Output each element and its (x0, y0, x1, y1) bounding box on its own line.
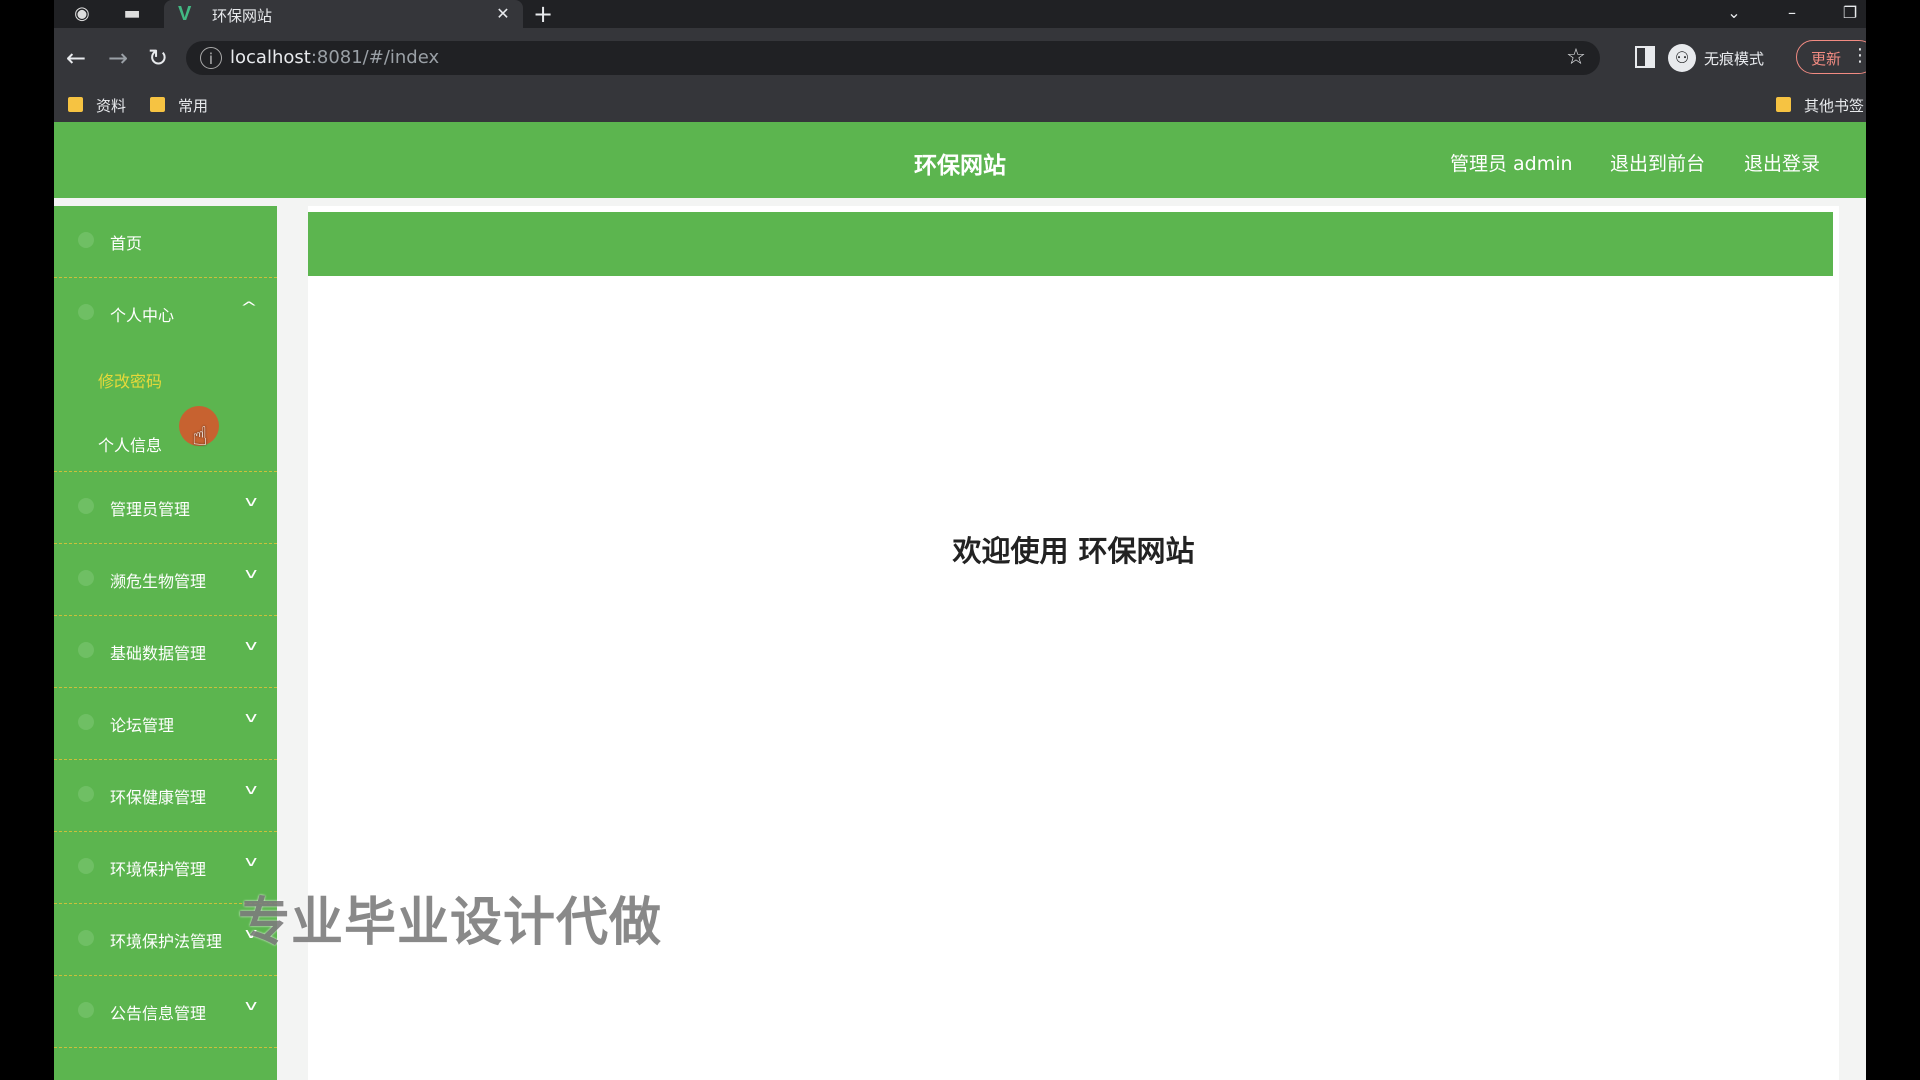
front-end-link[interactable]: 退出到前台 (1610, 149, 1705, 176)
chevron-down-icon: v (244, 494, 258, 510)
sidebar-item-endangered[interactable]: 濒危生物管理 v (54, 544, 277, 616)
health-icon (78, 786, 94, 802)
chevron-down-icon: v (244, 854, 258, 870)
notice-icon (78, 1002, 94, 1018)
incognito-label: 无痕模式 (1704, 50, 1765, 68)
back-arrow-icon[interactable]: ← (58, 40, 94, 76)
bookmark-star-icon[interactable]: ☆ (1562, 44, 1590, 72)
home-icon (78, 232, 94, 248)
bookmarks-bar: 资料 常用 其他书签 (54, 88, 1866, 122)
app-title: 环保网站 (914, 153, 1006, 179)
update-button[interactable]: 更新 ⋮ (1796, 40, 1866, 74)
folder-icon (150, 97, 165, 112)
folder-icon (1776, 97, 1791, 112)
content-banner-bar (308, 212, 1833, 276)
side-panel-icon[interactable] (1635, 46, 1655, 68)
tab-search-chevron-icon[interactable]: ⌄ (1710, 0, 1758, 28)
menu-dots-icon[interactable]: ⋮ (1851, 45, 1866, 66)
logout-link[interactable]: 退出登录 (1744, 149, 1820, 176)
browser-tab-active[interactable]: V 环保网站 ✕ (164, 0, 523, 28)
browser-profile-icon[interactable]: ◉ (70, 2, 94, 26)
sidebar-item-personal-center[interactable]: 个人中心 ^ (54, 278, 277, 350)
incognito-icon: ⚇ (1668, 44, 1696, 72)
update-label: 更新 (1811, 50, 1842, 68)
chevron-up-icon: ^ (240, 300, 258, 316)
tab-close-icon[interactable]: ✕ (493, 4, 513, 24)
forward-arrow-icon[interactable]: → (100, 40, 136, 76)
reload-icon[interactable]: ↻ (140, 40, 176, 76)
tab-title: 环保网站 (212, 7, 273, 25)
sidebar-item-health[interactable]: 环保健康管理 v (54, 760, 277, 832)
chevron-down-icon: v (244, 566, 258, 582)
browser-toolbar: ← → ↻ i localhost:8081/#/index ☆ ⚇ 无痕模式 … (54, 28, 1866, 88)
watermark-text: 专业毕业设计代做 (238, 893, 663, 953)
vue-favicon-icon: V (178, 3, 192, 25)
incognito-indicator[interactable]: ⚇ 无痕模式 (1668, 42, 1786, 74)
restore-icon[interactable]: ❐ (1826, 0, 1866, 28)
sidebar-item-admin[interactable]: 管理员管理 v (54, 472, 277, 544)
data-icon (78, 642, 94, 658)
folder-icon (68, 97, 83, 112)
chevron-down-icon: v (244, 998, 258, 1014)
minimize-icon[interactable]: – (1768, 0, 1816, 28)
sidebar-subitem-change-password[interactable]: 修改密码 (98, 368, 162, 392)
address-bar[interactable]: i localhost:8081/#/index ☆ (186, 41, 1600, 75)
new-tab-icon[interactable]: + (530, 2, 556, 26)
chevron-down-icon: v (244, 638, 258, 654)
chevron-down-icon: v (244, 710, 258, 726)
site-info-icon[interactable]: i (200, 47, 222, 69)
sidebar-item-notice[interactable]: 公告信息管理 v (54, 976, 277, 1048)
sidebar-item-basedata[interactable]: 基础数据管理 v (54, 616, 277, 688)
sidebar-subitem-personal-info[interactable]: 个人信息 (98, 432, 162, 456)
species-icon (78, 570, 94, 586)
leaf-icon (78, 858, 94, 874)
app-header: 环保网站 管理员 admin 退出到前台 退出登录 (54, 122, 1866, 198)
sidebar-item-forum[interactable]: 论坛管理 v (54, 688, 277, 760)
chevron-down-icon: v (244, 782, 258, 798)
tab-strip-icon[interactable]: ▬ (120, 2, 144, 26)
browser-tabbar: ◉ ▬ V 环保网站 ✕ + ⌄ – ❐ (54, 0, 1866, 28)
current-user: 管理员 admin (1450, 153, 1573, 175)
forum-icon (78, 714, 94, 730)
url-text: localhost:8081/#/index (230, 47, 440, 68)
hand-cursor-icon: ☝ (192, 422, 208, 452)
user-icon (78, 304, 94, 320)
screen: ◉ ▬ V 环保网站 ✕ + ⌄ – ❐ ← → ↻ i localhost:8… (54, 0, 1866, 1080)
admin-icon (78, 498, 94, 514)
welcome-message: 欢迎使用 环保网站 (952, 534, 1195, 568)
personal-center-submenu: 修改密码 个人信息 (54, 350, 277, 472)
law-icon (78, 930, 94, 946)
sidebar-item-home[interactable]: 首页 (54, 206, 277, 278)
